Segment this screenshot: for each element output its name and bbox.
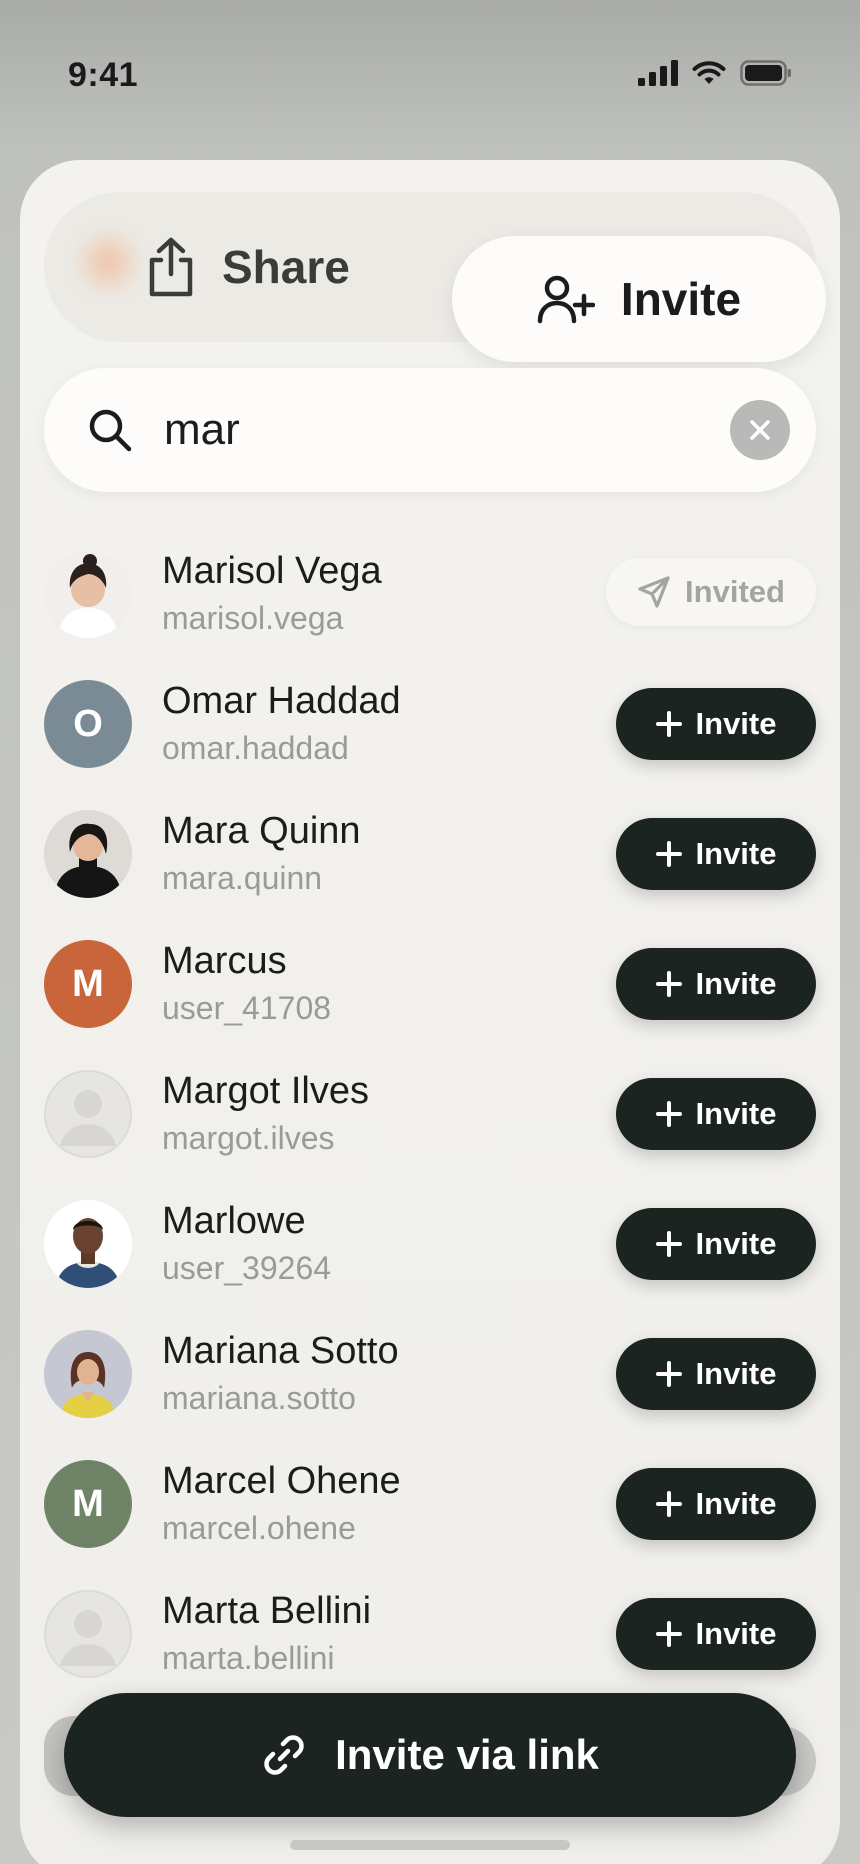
add-user-icon xyxy=(537,275,595,324)
list-item: O Omar Haddad omar.haddad Invite xyxy=(20,660,840,790)
invite-button[interactable]: Invite xyxy=(616,1078,816,1150)
invite-label: Invite xyxy=(695,706,777,741)
invited-status-button[interactable]: Invited xyxy=(606,558,816,626)
invite-button[interactable]: Invite xyxy=(616,1338,816,1410)
invite-button[interactable]: Invite xyxy=(616,1468,816,1540)
contact-name: Marisol Vega xyxy=(162,550,382,592)
avatar xyxy=(44,1590,132,1678)
plus-icon xyxy=(655,1621,682,1647)
invited-label: Invited xyxy=(685,574,785,609)
status-time: 9:41 xyxy=(68,56,139,94)
search-icon xyxy=(89,409,132,452)
contact-name: Marcus xyxy=(162,940,287,982)
link-icon xyxy=(264,1735,304,1775)
person-placeholder-icon xyxy=(60,1090,116,1146)
contact-handle: user_39264 xyxy=(162,1250,332,1286)
invite-label: Invite xyxy=(695,966,777,1001)
invite-button[interactable]: Invite xyxy=(616,1208,816,1280)
contact-handle: margot.ilves xyxy=(162,1120,335,1156)
status-bar: 9:41 xyxy=(0,0,860,150)
contact-name: Marlowe xyxy=(162,1200,306,1242)
avatar xyxy=(44,550,132,638)
invite-via-link-button[interactable]: Invite via link xyxy=(64,1693,796,1817)
plus-icon xyxy=(655,971,682,997)
contact-handle: user_41708 xyxy=(162,990,332,1026)
battery-icon xyxy=(740,60,791,86)
contact-name: Mariana Sotto xyxy=(162,1330,399,1372)
avatar-photo xyxy=(44,1200,132,1288)
avatar-initial: M xyxy=(72,1482,104,1525)
contact-name: Omar Haddad xyxy=(162,680,401,722)
avatar-photo xyxy=(44,1330,132,1418)
contact-handle: marisol.vega xyxy=(162,600,344,636)
list-item: M Marcel Ohene marcel.ohene Invite xyxy=(20,1440,840,1570)
avatar: M xyxy=(44,1460,132,1548)
invite-button[interactable]: Invite xyxy=(616,688,816,760)
status-icons xyxy=(638,60,792,86)
plus-icon xyxy=(655,1231,682,1257)
contact-handle: omar.haddad xyxy=(162,730,349,766)
tab-invite[interactable]: Invite xyxy=(452,236,826,362)
invite-button[interactable]: Invite xyxy=(616,818,816,890)
plus-icon xyxy=(655,1361,682,1387)
contact-handle: mara.quinn xyxy=(162,860,323,896)
search-input[interactable] xyxy=(164,398,684,462)
list-item: M Marcus user_41708 Invite xyxy=(20,920,840,1050)
contact-name: Marcel Ohene xyxy=(162,1460,401,1502)
avatar-photo xyxy=(44,550,132,638)
invite-button[interactable]: Invite xyxy=(616,948,816,1020)
avatar xyxy=(44,810,132,898)
plus-icon xyxy=(655,711,682,737)
tab-share[interactable]: Share xyxy=(144,192,404,342)
invite-via-link-label: Invite via link xyxy=(335,1731,599,1778)
avatar: M xyxy=(44,940,132,1028)
avatar-initial: O xyxy=(73,702,103,745)
person-placeholder-icon xyxy=(60,1610,116,1666)
home-indicator[interactable] xyxy=(290,1840,570,1850)
avatar xyxy=(44,1200,132,1288)
contact-handle: marcel.ohene xyxy=(162,1510,356,1546)
plus-icon xyxy=(655,1101,682,1127)
tab-share-label: Share xyxy=(222,241,350,293)
list-item: Margot Ilves margot.ilves Invite xyxy=(20,1050,840,1180)
close-icon xyxy=(750,420,770,440)
invite-label: Invite xyxy=(695,1096,777,1131)
avatar: O xyxy=(44,680,132,768)
plus-icon xyxy=(655,1491,682,1517)
avatar-initial: M xyxy=(72,962,104,1005)
invite-label: Invite xyxy=(695,1486,777,1521)
tab-invite-label: Invite xyxy=(620,273,742,325)
cellular-signal-icon xyxy=(638,60,678,86)
contact-name: Margot Ilves xyxy=(162,1070,369,1112)
list-item: Marlowe user_39264 Invite xyxy=(20,1180,840,1310)
plus-icon xyxy=(655,841,682,867)
wifi-icon xyxy=(692,61,726,84)
invite-sheet: Share Invite mar Marisol Vega marisol.ve… xyxy=(20,160,840,1864)
contact-handle: mariana.sotto xyxy=(162,1380,356,1416)
drag-blur-decoration xyxy=(74,228,142,296)
paper-plane-icon xyxy=(638,576,670,608)
invite-label: Invite xyxy=(695,1616,777,1651)
contact-handle: marta.bellini xyxy=(162,1640,335,1676)
share-icon xyxy=(149,237,193,297)
invite-label: Invite xyxy=(695,1356,777,1391)
list-item: Marisol Vega marisol.vega Invited xyxy=(20,530,840,660)
invite-label: Invite xyxy=(695,836,777,871)
list-item: Mariana Sotto mariana.sotto Invite xyxy=(20,1310,840,1440)
share-invite-segmented-control: Share Invite xyxy=(44,192,826,362)
search-bar xyxy=(44,368,816,492)
list-item: Mara Quinn mara.quinn Invite xyxy=(20,790,840,920)
avatar xyxy=(44,1070,132,1158)
clear-search-button[interactable] xyxy=(730,400,790,460)
contact-list: Marisol Vega marisol.vega Invited O Omar… xyxy=(20,530,840,1700)
avatar-photo xyxy=(44,810,132,898)
contact-name: Marta Bellini xyxy=(162,1590,372,1632)
invite-button[interactable]: Invite xyxy=(616,1598,816,1670)
contact-name: Mara Quinn xyxy=(162,810,361,852)
avatar xyxy=(44,1330,132,1418)
invite-label: Invite xyxy=(695,1226,777,1261)
